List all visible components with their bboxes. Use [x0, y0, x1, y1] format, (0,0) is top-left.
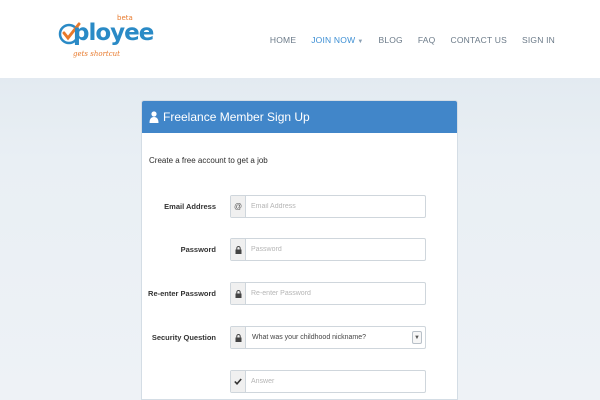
security-question-row: Security Question What was your childhoo…	[142, 326, 459, 349]
lock-icon	[231, 239, 246, 260]
reenter-password-row: Re-enter Password	[142, 282, 459, 305]
answer-input-group	[230, 370, 426, 393]
nav-blog[interactable]: BLOG	[378, 35, 402, 45]
email-label: Email Address	[164, 202, 216, 211]
panel-header: Freelance Member Sign Up	[142, 101, 457, 133]
reenter-password-label: Re-enter Password	[148, 289, 216, 298]
password-field[interactable]	[246, 239, 425, 260]
panel-title: Freelance Member Sign Up	[163, 110, 310, 124]
beta-badge: beta	[117, 14, 133, 22]
answer-field[interactable]	[246, 371, 425, 392]
password-label: Password	[180, 245, 216, 254]
security-question-label: Security Question	[151, 333, 216, 342]
password-row: Password	[142, 238, 459, 261]
security-question-value: What was your childhood nickname?	[252, 334, 367, 341]
nav-contact-us[interactable]: CONTACT US	[450, 35, 506, 45]
password-input-group	[230, 238, 426, 261]
main-nav: HOME JOIN NOW ▼ BLOG FAQ CONTACT US SIGN …	[255, 35, 555, 45]
reenter-password-field[interactable]	[246, 283, 425, 304]
brand-logo[interactable]: ployee beta gets shortcut	[57, 14, 154, 62]
reenter-password-input-group	[230, 282, 426, 305]
logo-tagline: gets shortcut	[73, 50, 120, 58]
form-subtitle: Create a free account to get a job	[149, 156, 268, 165]
lock-icon	[231, 283, 246, 304]
user-icon	[149, 111, 159, 123]
nav-home[interactable]: HOME	[270, 35, 296, 45]
signup-panel: Freelance Member Sign Up Create a free a…	[141, 100, 458, 400]
nav-join-now[interactable]: JOIN NOW ▼	[311, 35, 363, 45]
email-input-group: @	[230, 195, 426, 218]
nav-join-now-label: JOIN NOW	[311, 35, 356, 45]
at-icon: @	[231, 196, 246, 217]
security-question-input-group: What was your childhood nickname? ▼	[230, 326, 426, 349]
nav-sign-in[interactable]: SIGN IN	[522, 35, 555, 45]
checkmark-icon	[231, 371, 246, 392]
logo-wordmark: ployee	[73, 20, 154, 46]
chevron-down-icon[interactable]: ▼	[412, 331, 422, 344]
email-field[interactable]	[246, 196, 425, 217]
lock-icon	[231, 327, 246, 348]
answer-row	[142, 370, 459, 393]
chevron-down-icon: ▼	[357, 39, 364, 45]
site-header: ployee beta gets shortcut HOME JOIN NOW ▼…	[0, 0, 600, 78]
email-row: Email Address @	[142, 195, 459, 218]
security-question-select[interactable]: What was your childhood nickname? ▼	[246, 327, 425, 348]
nav-faq[interactable]: FAQ	[418, 35, 436, 45]
